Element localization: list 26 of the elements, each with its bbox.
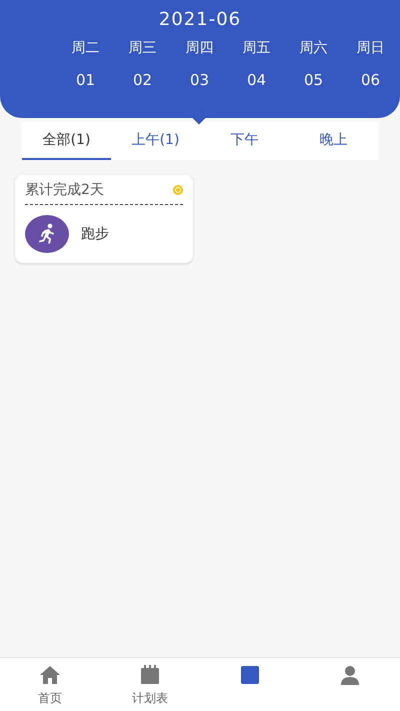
filter-tab[interactable]: 晚上 bbox=[289, 122, 378, 160]
weekday-label: 周日 bbox=[356, 39, 384, 58]
date-item[interactable]: 05 bbox=[304, 70, 324, 90]
date-item[interactable]: 02 bbox=[132, 70, 152, 90]
habit-card[interactable]: 累计完成2天 跑步 bbox=[15, 175, 193, 263]
calendar-icon[interactable] bbox=[138, 663, 162, 687]
weekday-label: 周六 bbox=[300, 39, 328, 58]
month-title: 2021-06 bbox=[158, 8, 242, 32]
date-item[interactable]: 01 bbox=[76, 70, 96, 90]
filter-tab[interactable]: 全部(1) bbox=[22, 122, 111, 160]
weekday-label: 周五 bbox=[242, 39, 270, 58]
weekday-label: 周三 bbox=[128, 39, 156, 58]
date-item[interactable]: 04 bbox=[246, 70, 266, 90]
weekday-label: 周四 bbox=[186, 39, 214, 58]
date-item[interactable]: 03 bbox=[190, 70, 210, 90]
running-icon bbox=[25, 215, 69, 253]
completion-count: 累计完成2天 bbox=[25, 181, 104, 199]
filter-tab[interactable]: 上午(1) bbox=[111, 122, 200, 160]
weekday-label: 周二 bbox=[72, 39, 100, 58]
nav-label[interactable]: 首页 bbox=[38, 690, 62, 707]
habit-name: 跑步 bbox=[81, 225, 109, 243]
filter-tab[interactable]: 下午 bbox=[200, 122, 289, 160]
date-item[interactable]: 06 bbox=[360, 70, 380, 90]
person-icon[interactable] bbox=[338, 663, 362, 687]
nav-label[interactable]: 计划表 bbox=[132, 690, 168, 707]
home-icon[interactable] bbox=[38, 663, 62, 687]
